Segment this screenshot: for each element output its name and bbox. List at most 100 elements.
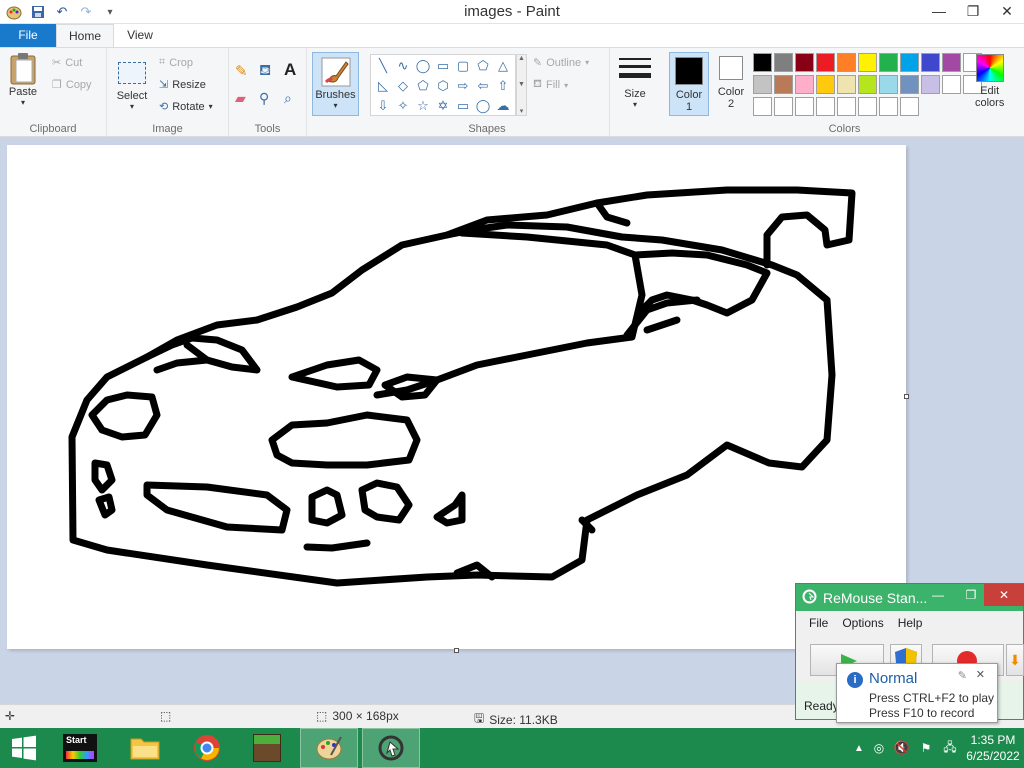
taskbar-start-app[interactable]: Start: [54, 728, 106, 768]
right-triangle-shape-icon[interactable]: ◺: [373, 76, 393, 96]
rectangle-shape-icon[interactable]: ▭: [433, 56, 453, 76]
resize-button[interactable]: ⇲ Resize: [159, 78, 206, 92]
palette-color-swatch[interactable]: [942, 75, 961, 94]
outline-button[interactable]: ✎ Outline ▾: [533, 56, 589, 70]
taskbar-remouse[interactable]: [362, 728, 420, 768]
volume-muted-icon[interactable]: 🔇: [890, 740, 914, 756]
palette-color-swatch[interactable]: [774, 75, 793, 94]
palette-color-swatch[interactable]: [816, 97, 835, 116]
clock[interactable]: 1:35 PM 6/25/2022: [962, 732, 1024, 764]
palette-color-swatch[interactable]: [816, 75, 835, 94]
remouse-maximize-button[interactable]: ❐: [959, 584, 983, 606]
action-center-icon[interactable]: ⚑: [914, 741, 938, 755]
palette-color-swatch[interactable]: [816, 53, 835, 72]
right-arrow-shape-icon[interactable]: ⇨: [453, 76, 473, 96]
minimize-button[interactable]: —: [922, 0, 956, 22]
hexagon-shape-icon[interactable]: ⬡: [433, 76, 453, 96]
remouse-close-button[interactable]: ✕: [984, 584, 1024, 606]
curve-shape-icon[interactable]: ∿: [393, 56, 413, 76]
triangle-shape-icon[interactable]: △: [493, 56, 513, 76]
palette-color-swatch[interactable]: [837, 75, 856, 94]
resize-handle-right[interactable]: [904, 394, 909, 399]
tab-home[interactable]: Home: [56, 24, 114, 47]
four-point-star-shape-icon[interactable]: ✧: [393, 96, 413, 116]
palette-color-swatch[interactable]: [858, 75, 877, 94]
eraser-icon[interactable]: ▰: [235, 90, 246, 107]
text-tool-icon[interactable]: A: [284, 60, 296, 80]
remouse-minimize-button[interactable]: —: [926, 584, 950, 606]
drawing-canvas[interactable]: [7, 145, 906, 649]
palette-color-swatch[interactable]: [921, 53, 940, 72]
palette-color-swatch[interactable]: [921, 75, 940, 94]
select-button[interactable]: Select ▾: [115, 56, 149, 111]
edit-colors-button[interactable]: Edit colors: [975, 54, 1004, 109]
palette-color-swatch[interactable]: [795, 53, 814, 72]
pentagon-shape-icon[interactable]: ⬠: [413, 76, 433, 96]
palette-color-swatch[interactable]: [837, 53, 856, 72]
remouse-menu-options[interactable]: Options: [842, 616, 883, 630]
polygon-shape-icon[interactable]: ⬠: [473, 56, 493, 76]
remouse-menu-file[interactable]: File: [809, 616, 828, 630]
download-arrow-icon[interactable]: ⬇: [1006, 644, 1024, 676]
taskbar-paint[interactable]: [300, 728, 358, 768]
line-shape-icon[interactable]: ╲: [373, 56, 393, 76]
rotate-button[interactable]: ⟲ Rotate ▾: [159, 100, 213, 114]
color-picker-icon[interactable]: ⚲: [259, 90, 269, 107]
palette-color-swatch[interactable]: [858, 53, 877, 72]
tab-view[interactable]: View: [114, 24, 166, 47]
network-icon[interactable]: 🖧: [938, 738, 962, 759]
diamond-shape-icon[interactable]: ◇: [393, 76, 413, 96]
up-arrow-shape-icon[interactable]: ⇧: [493, 76, 513, 96]
color2-button[interactable]: Color 2: [713, 56, 749, 110]
size-button[interactable]: Size ▾: [618, 54, 652, 109]
color1-button[interactable]: Color 1: [669, 52, 709, 116]
palette-color-swatch[interactable]: [795, 75, 814, 94]
left-arrow-shape-icon[interactable]: ⇦: [473, 76, 493, 96]
pin-icon[interactable]: ✎: [958, 669, 967, 682]
taskbar-chrome[interactable]: [178, 728, 236, 768]
tooltip-close-icon[interactable]: ✕: [976, 668, 985, 681]
brushes-button[interactable]: Brushes ▾: [312, 52, 359, 116]
palette-color-swatch[interactable]: [879, 75, 898, 94]
copy-button[interactable]: ❐ Copy: [52, 78, 92, 92]
palette-color-swatch[interactable]: [774, 97, 793, 116]
remouse-menu-help[interactable]: Help: [898, 616, 923, 630]
palette-color-swatch[interactable]: [837, 97, 856, 116]
oval-shape-icon[interactable]: ◯: [413, 56, 433, 76]
taskbar-file-explorer[interactable]: [116, 728, 174, 768]
crop-button[interactable]: ⌗ Crop: [159, 56, 193, 69]
palette-color-swatch[interactable]: [900, 97, 919, 116]
five-point-star-shape-icon[interactable]: ☆: [413, 96, 433, 116]
palette-color-swatch[interactable]: [858, 97, 877, 116]
palette-color-swatch[interactable]: [900, 75, 919, 94]
rounded-rectangle-shape-icon[interactable]: ▢: [453, 56, 473, 76]
remouse-tray-icon[interactable]: ◎: [868, 741, 890, 755]
palette-color-swatch[interactable]: [795, 97, 814, 116]
palette-color-swatch[interactable]: [942, 53, 961, 72]
palette-color-swatch[interactable]: [879, 53, 898, 72]
palette-color-swatch[interactable]: [774, 53, 793, 72]
six-point-star-shape-icon[interactable]: ✡: [433, 96, 453, 116]
cut-button[interactable]: ✂ Cut: [52, 56, 82, 70]
pencil-icon[interactable]: ✎: [235, 62, 248, 80]
resize-handle-bottom[interactable]: [454, 648, 459, 653]
cloud-callout-shape-icon[interactable]: ☁: [493, 96, 513, 116]
palette-color-swatch[interactable]: [753, 97, 772, 116]
down-arrow-shape-icon[interactable]: ⇩: [373, 96, 393, 116]
palette-color-swatch[interactable]: [879, 97, 898, 116]
magnifier-icon[interactable]: ⌕: [284, 90, 292, 107]
show-hidden-icons[interactable]: ▲: [850, 743, 868, 754]
oval-callout-shape-icon[interactable]: ◯: [473, 96, 493, 116]
maximize-button[interactable]: ❐: [956, 0, 990, 22]
windows-start-button[interactable]: [0, 728, 48, 768]
palette-color-swatch[interactable]: [753, 53, 772, 72]
close-button[interactable]: ✕: [990, 0, 1024, 22]
palette-color-swatch[interactable]: [900, 53, 919, 72]
palette-color-swatch[interactable]: [753, 75, 772, 94]
taskbar-minecraft[interactable]: [238, 728, 296, 768]
tab-file[interactable]: File: [0, 24, 56, 47]
paste-button[interactable]: Paste ▾: [6, 52, 40, 107]
rect-callout-shape-icon[interactable]: ▭: [453, 96, 473, 116]
fill-bucket-icon[interactable]: ⛾: [259, 62, 271, 81]
fill-button[interactable]: ⛾ Fill ▾: [533, 78, 568, 92]
